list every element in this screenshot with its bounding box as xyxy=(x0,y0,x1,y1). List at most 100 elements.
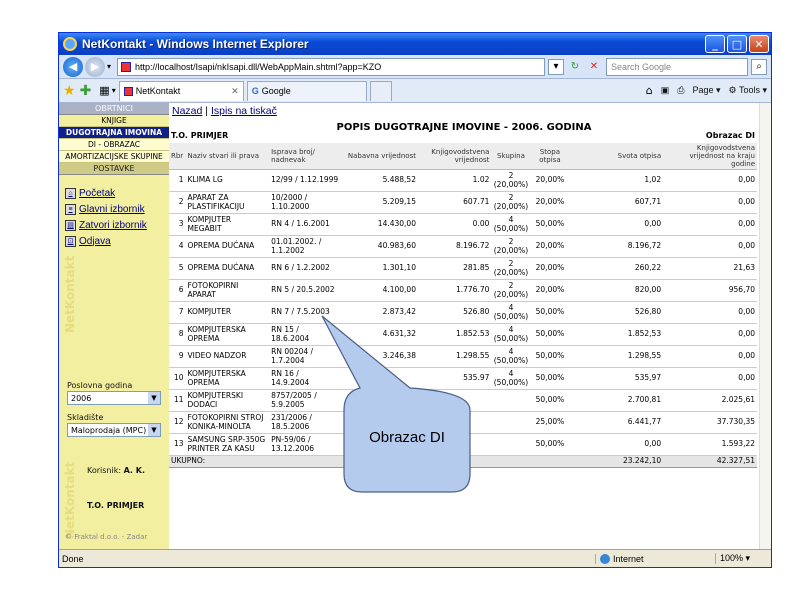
minimize-button[interactable]: _ xyxy=(705,35,725,53)
table-cell: 2 (20,00%) xyxy=(491,235,531,258)
link-glavni-izbornik[interactable]: ≡ Glavni izbornik xyxy=(65,201,169,217)
zoom-control[interactable]: 100% ▾ xyxy=(715,553,771,564)
print-icon[interactable]: ⎙ xyxy=(677,85,684,96)
table-cell: 6 xyxy=(169,279,186,302)
table-cell: APARAT ZA PLASTIFIKACIJU xyxy=(185,191,270,214)
year-select[interactable]: 2006 ▼ xyxy=(67,391,161,405)
table-cell: OPREMA DUĆANA xyxy=(185,235,270,258)
sidebar-item-amortizacijske-skupine[interactable]: AMORTIZACIJSKE SKUPINE xyxy=(59,151,169,163)
forward-icon[interactable]: ▶ xyxy=(85,56,105,77)
add-favorites-icon[interactable]: ✚ xyxy=(80,83,92,99)
link-pocetak[interactable]: ⌂ Početak xyxy=(65,185,169,201)
stop-icon[interactable]: ✕ xyxy=(586,59,602,75)
table-cell: 9 xyxy=(169,345,186,368)
sidebar-item-di-obrazac[interactable]: DI - OBRAZAC xyxy=(59,139,169,151)
address-bar: ◀ ▶ ▾ http://localhost/Isapi/nkIsapi.dll… xyxy=(59,55,771,79)
url-input[interactable]: http://localhost/Isapi/nkIsapi.dll/WebAp… xyxy=(117,57,545,76)
table-cell: KOMPJUTERSKA OPREMA xyxy=(185,323,270,346)
link-odjava[interactable]: ⊡ Odjava xyxy=(65,233,169,249)
table-cell: 1.776.70 xyxy=(417,279,492,302)
table-cell: 0,00 xyxy=(569,213,664,236)
close-button[interactable]: ✕ xyxy=(749,35,769,53)
table-cell: 1.593,22 xyxy=(663,433,757,456)
sidebar-postavke[interactable]: POSTAVKE xyxy=(59,163,169,175)
column-header: Stopa otpisa xyxy=(530,143,570,170)
sidebar-header[interactable]: OBRTNICI xyxy=(59,103,169,115)
tab-netkontakt[interactable]: NetKontakt ✕ xyxy=(118,80,244,101)
url-dropdown-icon[interactable]: ▾ xyxy=(548,58,564,75)
sidebar: OBRTNICI KNJIGE DUGOTRAJNA IMOVINA DI - … xyxy=(59,103,169,551)
table-cell: RN 15 / 18.6.2004 xyxy=(269,323,341,346)
maximize-button[interactable]: □ xyxy=(727,35,747,53)
security-zone: Internet xyxy=(595,553,715,564)
history-dropdown-icon[interactable]: ▾ xyxy=(107,62,111,71)
warehouse-label: Skladište xyxy=(67,413,104,422)
table-cell: FOTOKOPIRNI APARAT xyxy=(185,279,270,302)
table-cell: 4.100,00 xyxy=(340,279,418,302)
table-cell: 1.301,10 xyxy=(340,257,418,280)
table-cell: 7 xyxy=(169,301,186,324)
table-cell: 0,00 xyxy=(663,345,757,368)
back-icon[interactable]: ◀ xyxy=(63,56,83,77)
title-bar[interactable]: NetKontakt - Windows Internet Explorer _… xyxy=(59,33,771,55)
table-cell: 1 xyxy=(169,169,186,192)
table-cell: 4.631,32 xyxy=(340,323,418,346)
table-row: 1 KLIMA LG 12/99 / 1.12.1999 5.488,52 1.02 2 … xyxy=(169,169,757,192)
tab-google[interactable]: G Google xyxy=(246,80,367,101)
table-cell: 37.730,35 xyxy=(663,411,757,434)
table-row: 5 OPREMA DUĆANA RN 6 / 1.2.2002 1.301,10 281… xyxy=(169,257,757,280)
table-cell: 2 (20,00%) xyxy=(491,279,531,302)
favorites-star-icon[interactable]: ★ xyxy=(63,83,76,99)
table-cell: 11 xyxy=(169,389,186,412)
table-cell: 1.298,55 xyxy=(569,345,664,368)
user-info: Korisnik: A. K. xyxy=(87,466,145,475)
table-cell: 8 xyxy=(169,323,186,346)
quick-tabs-icon[interactable]: ▦ xyxy=(99,84,109,97)
table-cell: KOMPJUTER xyxy=(185,301,270,324)
table-cell: 21,63 xyxy=(663,257,757,280)
table-cell: 0,00 xyxy=(663,367,757,390)
print-link[interactable]: Ispis na tiskač xyxy=(211,105,277,117)
feeds-icon[interactable]: ▣ xyxy=(661,85,670,96)
vertical-scrollbar[interactable] xyxy=(759,103,771,551)
search-icon[interactable]: ⌕ xyxy=(751,58,767,75)
home-icon[interactable]: ⌂ xyxy=(646,84,653,97)
table-cell: RN 4 / 1.6.2001 xyxy=(269,213,341,236)
table-cell: 20,00% xyxy=(530,191,570,214)
table-cell: VIDEO NADZOR xyxy=(185,345,270,368)
table-cell: 8.196,72 xyxy=(569,235,664,258)
back-link[interactable]: Nazad xyxy=(172,105,202,117)
search-input[interactable]: Search Google xyxy=(606,57,748,76)
sidebar-item-dugotrajna-imovina[interactable]: DUGOTRAJNA IMOVINA xyxy=(59,127,169,139)
tab-list-icon[interactable]: ▾ xyxy=(112,86,116,95)
table-cell: 0,00 xyxy=(663,323,757,346)
page-menu[interactable]: Page ▾ xyxy=(692,85,720,96)
table-cell: 0.00 xyxy=(417,213,492,236)
table-cell: KOMPJUTERSKA OPREMA xyxy=(185,367,270,390)
table-cell: 20,00% xyxy=(530,279,570,302)
link-zatvori-izbornik[interactable]: ▤ Zatvori izbornik xyxy=(65,217,169,233)
table-cell: 2.025,61 xyxy=(663,389,757,412)
table-cell: 12/99 / 1.12.1999 xyxy=(269,169,341,192)
table-row: 8 KOMPJUTERSKA OPREMA RN 15 / 18.6.2004 4.6… xyxy=(169,323,757,346)
table-cell: RN 16 / 14.9.2004 xyxy=(269,367,341,390)
brand-watermark-lower: NetKontakt xyxy=(63,461,77,539)
refresh-icon[interactable]: ↻ xyxy=(567,59,583,75)
column-header: Knjigovodstvena vrijednost na kraju godi… xyxy=(663,143,757,170)
sidebar-item-knjige[interactable]: KNJIGE xyxy=(59,115,169,127)
table-cell: 0,00 xyxy=(663,301,757,324)
google-icon: G xyxy=(251,86,259,96)
table-cell: 2 xyxy=(169,191,186,214)
warehouse-select[interactable]: Maloprodaja (MPC) ▼ xyxy=(67,423,161,437)
tab-close-icon[interactable]: ✕ xyxy=(231,86,239,97)
new-tab[interactable] xyxy=(369,80,392,101)
table-cell xyxy=(340,411,418,434)
tools-menu[interactable]: ⚙ Tools ▾ xyxy=(729,85,767,96)
table-cell: 1.02 xyxy=(417,169,492,192)
table-cell: 5.209,15 xyxy=(340,191,418,214)
tab-page-icon xyxy=(123,86,133,96)
close-menu-icon: ▤ xyxy=(65,219,76,231)
table-cell: 5.488,52 xyxy=(340,169,418,192)
table-cell: RN 5 / 20.5.2002 xyxy=(269,279,341,302)
table-cell: 3.246,38 xyxy=(340,345,418,368)
